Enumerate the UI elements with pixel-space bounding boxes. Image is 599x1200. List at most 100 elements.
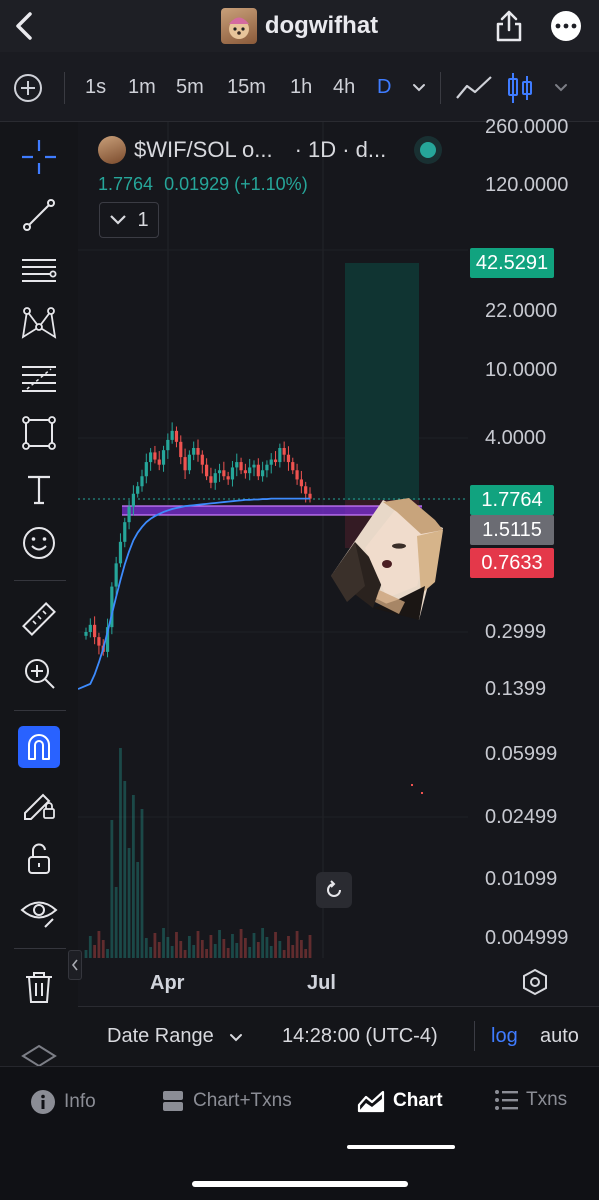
sidebar-toggle-button[interactable] — [68, 950, 82, 980]
timeframe-15m[interactable]: 15m — [227, 76, 266, 99]
y-axis-label: 22.0000 — [485, 300, 558, 322]
volume-bar — [170, 946, 174, 958]
date-range-button[interactable]: Date Range — [107, 1025, 214, 1048]
symbol-label: $WIF/SOL o... — [134, 137, 273, 162]
candle-body — [269, 459, 273, 465]
add-indicator-icon[interactable] — [12, 72, 44, 104]
volume-bar — [119, 748, 122, 958]
candle-body — [243, 470, 247, 474]
y-axis-label: 0.02499 — [485, 806, 558, 828]
timeframe-1m[interactable]: 1m — [128, 76, 156, 99]
volume-bar — [213, 944, 217, 958]
tab-txns[interactable]: Txns — [494, 1089, 567, 1111]
rectangle-tool-icon[interactable] — [18, 412, 60, 454]
share-icon[interactable] — [491, 6, 527, 46]
sidebar-divider — [14, 580, 66, 581]
candle-body — [196, 447, 200, 455]
timeframe-5m[interactable]: 5m — [176, 76, 204, 99]
volume-bar — [127, 848, 131, 958]
unlock-icon[interactable] — [18, 838, 60, 880]
candle-body — [217, 470, 222, 474]
volume-bar — [235, 943, 239, 958]
pattern-tool-icon[interactable] — [18, 302, 60, 344]
lock-drawing-icon[interactable] — [18, 782, 60, 824]
split-view-icon — [163, 1091, 183, 1111]
log-scale-toggle[interactable]: log — [491, 1025, 518, 1048]
candle-body — [183, 457, 187, 471]
candle-body — [252, 464, 256, 468]
candle-body — [235, 462, 239, 468]
volume-bar — [299, 940, 303, 958]
delete-trash-icon[interactable] — [18, 966, 60, 1008]
token-avatar — [220, 8, 257, 44]
volume-bar — [187, 936, 191, 958]
volume-bar — [192, 945, 196, 958]
volume-bar — [101, 940, 105, 958]
volume-bar — [252, 933, 256, 958]
emoji-tool-icon[interactable] — [18, 522, 60, 564]
horizontal-lines-icon[interactable] — [18, 249, 60, 291]
symbol-legend[interactable]: $WIF/SOL o... · 1D · d... — [98, 136, 386, 164]
volume-bar — [144, 938, 148, 958]
volume-bar — [269, 946, 273, 958]
reaction-sticker — [325, 490, 447, 626]
candle-body — [88, 624, 92, 632]
timeframe-chevron-down-icon[interactable] — [410, 78, 428, 96]
volume-bar — [183, 950, 187, 958]
crosshair-icon[interactable] — [18, 136, 60, 178]
candle-body — [248, 467, 252, 474]
volume-bar — [248, 947, 252, 958]
legend-token-avatar — [98, 136, 126, 164]
volume-bar — [226, 948, 230, 958]
candle-body — [200, 454, 204, 465]
timeframe-4h[interactable]: 4h — [333, 76, 355, 99]
volume-bar — [209, 935, 213, 958]
tab-info[interactable]: Info — [30, 1089, 96, 1115]
reset-chart-button[interactable] — [316, 872, 352, 908]
last-price: 1.7764 — [98, 174, 154, 194]
x-axis-label: Apr — [150, 972, 185, 994]
timeframe-1h[interactable]: 1h — [290, 76, 312, 99]
fib-retracement-icon[interactable] — [18, 358, 60, 400]
volume-bar — [84, 950, 88, 958]
tab-chart[interactable]: Chart — [357, 1089, 443, 1113]
text-tool-icon[interactable] — [18, 468, 60, 510]
more-horizontal-icon[interactable] — [548, 10, 584, 42]
y-axis-label: 0.1399 — [485, 678, 547, 700]
visibility-eye-icon[interactable] — [18, 890, 60, 932]
drawing-tools-sidebar — [0, 122, 78, 1068]
candle-body — [157, 459, 161, 465]
candle-body — [213, 473, 217, 483]
list-icon — [495, 1090, 518, 1110]
timeframe-1s[interactable]: 1s — [85, 76, 106, 99]
candle-body — [286, 454, 291, 463]
zoom-in-icon[interactable] — [18, 652, 60, 694]
interval-label: · 1D · d... — [294, 137, 387, 162]
line-chart-type-icon[interactable] — [454, 72, 494, 104]
volume-bar — [110, 820, 114, 958]
candlestick-chart-type-icon[interactable] — [506, 70, 534, 106]
candle-body — [261, 470, 265, 477]
tab-label: Info — [64, 1091, 96, 1112]
profit-target-zone — [345, 263, 419, 500]
candle-body — [179, 441, 183, 458]
chart-settings-icon[interactable] — [522, 968, 548, 996]
volume-bar — [123, 781, 127, 958]
page-title: dogwifhat — [264, 12, 379, 39]
magnet-icon[interactable] — [18, 726, 60, 768]
volume-bar — [304, 949, 308, 958]
ruler-icon[interactable] — [18, 598, 60, 640]
auto-scale-toggle[interactable]: auto — [540, 1025, 579, 1048]
candle-body — [304, 486, 308, 494]
candle-body — [299, 479, 303, 487]
trend-line-icon[interactable] — [18, 194, 60, 236]
indicators-collapse-button[interactable]: 1 — [99, 202, 159, 238]
timezone-clock[interactable]: 14:28:00 (UTC-4) — [282, 1025, 438, 1048]
tab-chart-txns[interactable]: Chart+Txns — [161, 1089, 292, 1113]
candle-body — [131, 493, 135, 507]
timeframe-d[interactable]: D — [377, 76, 391, 99]
candle-body — [187, 454, 191, 471]
chart-type-chevron-down-icon[interactable] — [552, 78, 570, 96]
x-axis-label: Jul — [307, 972, 336, 994]
date-range-chevron-down-icon[interactable] — [228, 1029, 244, 1045]
